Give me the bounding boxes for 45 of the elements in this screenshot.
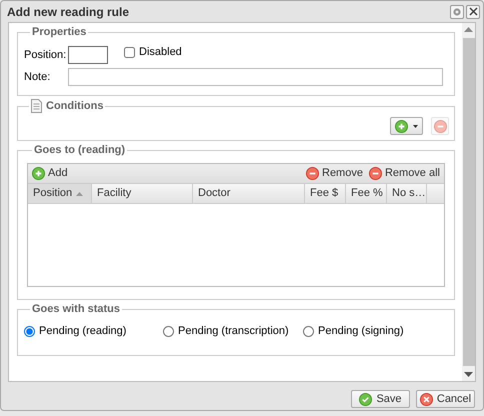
check-icon xyxy=(359,392,372,406)
column-header[interactable]: No s… xyxy=(387,184,427,203)
settings-icon xyxy=(452,6,462,16)
column-header[interactable]: Position xyxy=(28,184,92,203)
column-header[interactable]: Facility xyxy=(92,184,193,203)
remove-all-button[interactable]: Remove all xyxy=(368,165,440,182)
add-button[interactable]: Add xyxy=(32,165,68,182)
radio-label: Pending (reading) xyxy=(39,324,126,339)
close-icon xyxy=(468,7,478,16)
radio-button[interactable] xyxy=(24,326,35,337)
sort-icon xyxy=(76,192,84,196)
radio-button[interactable] xyxy=(303,326,314,337)
section-legend: Properties xyxy=(32,26,86,39)
remove-icon xyxy=(434,120,446,132)
remove-icon xyxy=(306,167,319,180)
close-button[interactable] xyxy=(466,4,480,18)
section-legend: Conditions xyxy=(46,100,104,112)
checkbox-label: Disabled xyxy=(139,44,182,60)
column-header[interactable]: Fee % xyxy=(346,184,387,203)
checkbox[interactable] xyxy=(124,46,135,58)
radio-label: Pending (transcription) xyxy=(178,324,289,339)
radio-label: Pending (signing) xyxy=(318,324,404,339)
remove-icon xyxy=(368,167,382,180)
field-label: Position: xyxy=(24,48,68,63)
section-legend: Goes to (reading) xyxy=(34,144,126,157)
save-button[interactable]: Save xyxy=(351,390,410,408)
column-header[interactable]: Fee $ xyxy=(305,184,346,203)
note-field[interactable] xyxy=(68,68,443,86)
cancel-button[interactable]: Cancel xyxy=(416,390,475,408)
add-dropdown-button[interactable] xyxy=(390,117,423,135)
add-icon xyxy=(32,167,45,180)
caret-icon xyxy=(413,124,418,128)
scroll-up-icon[interactable] xyxy=(464,27,473,32)
field-label: Note: xyxy=(24,70,52,85)
position-field[interactable] xyxy=(68,46,108,64)
column-header[interactable]: Doctor xyxy=(193,184,305,203)
scroll-down-icon[interactable] xyxy=(464,372,473,377)
cancel-icon xyxy=(420,392,433,406)
add-icon xyxy=(395,120,408,132)
radio-button[interactable] xyxy=(163,326,174,337)
section-legend: Goes with status xyxy=(32,303,120,316)
window-title: Add new reading rule xyxy=(7,4,130,20)
scrollbar[interactable] xyxy=(462,23,475,381)
document-icon xyxy=(31,99,42,113)
remove-button[interactable]: Remove xyxy=(306,165,363,182)
